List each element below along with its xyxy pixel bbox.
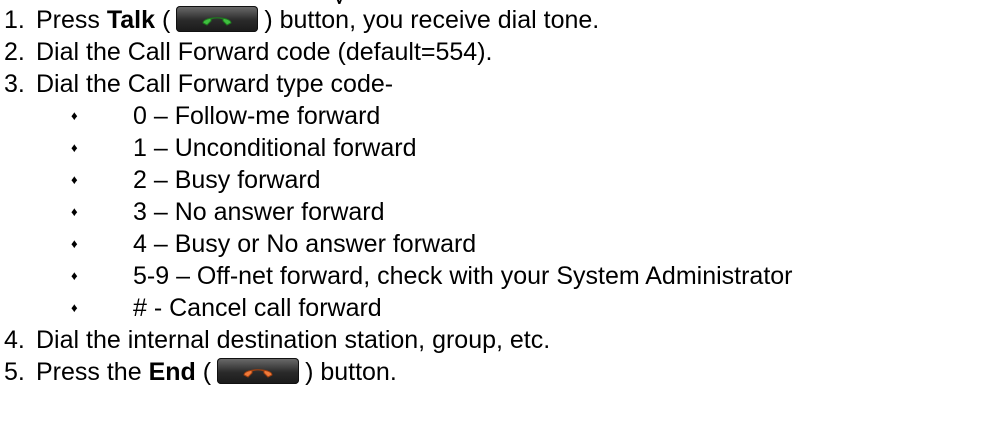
forward-type-text: 4 – Busy or No answer forward xyxy=(133,230,477,258)
step-number: 2. xyxy=(4,38,25,66)
talk-button-icon xyxy=(176,6,259,33)
talk-label: Talk xyxy=(106,6,156,34)
diamond-bullet-icon: ♦ xyxy=(71,108,78,123)
diamond-bullet-icon: ♦ xyxy=(71,236,78,251)
end-label: End xyxy=(148,358,196,386)
diamond-bullet-icon: ♦ xyxy=(71,300,78,315)
step-text: Dial the internal destination station, g… xyxy=(36,326,551,354)
forward-type-text: 0 – Follow-me forward xyxy=(133,102,381,130)
step-text: Dial the Call Forward code (default=554)… xyxy=(36,38,493,66)
step-text: Press xyxy=(36,6,107,34)
forward-type-text: 1 – Unconditional forward xyxy=(133,134,417,162)
forward-type-text: 2 – Busy forward xyxy=(133,166,321,194)
forward-type-text: 3 – No answer forward xyxy=(133,198,385,226)
step-number: 3. xyxy=(4,70,25,98)
diamond-bullet-icon: ♦ xyxy=(71,172,78,187)
diamond-bullet-icon: ♦ xyxy=(71,140,78,155)
step-number: 5. xyxy=(4,358,25,386)
end-button-icon xyxy=(217,358,300,385)
clipped-previous-line: y xyxy=(0,0,998,4)
diamond-bullet-icon: ♦ xyxy=(71,204,78,219)
step-number: 4. xyxy=(4,326,25,354)
diamond-bullet-icon: ♦ xyxy=(71,268,78,283)
forward-type-text: # - Cancel call forward xyxy=(133,294,382,322)
forward-type-text: 5-9 – Off-net forward, check with your S… xyxy=(133,262,793,290)
step-number: 1. xyxy=(4,6,25,34)
instruction-document: y 1. Press Talk () button, you receive d… xyxy=(0,0,998,448)
step-text: Press the xyxy=(36,358,149,386)
step-text: Dial the Call Forward type code- xyxy=(36,70,394,98)
